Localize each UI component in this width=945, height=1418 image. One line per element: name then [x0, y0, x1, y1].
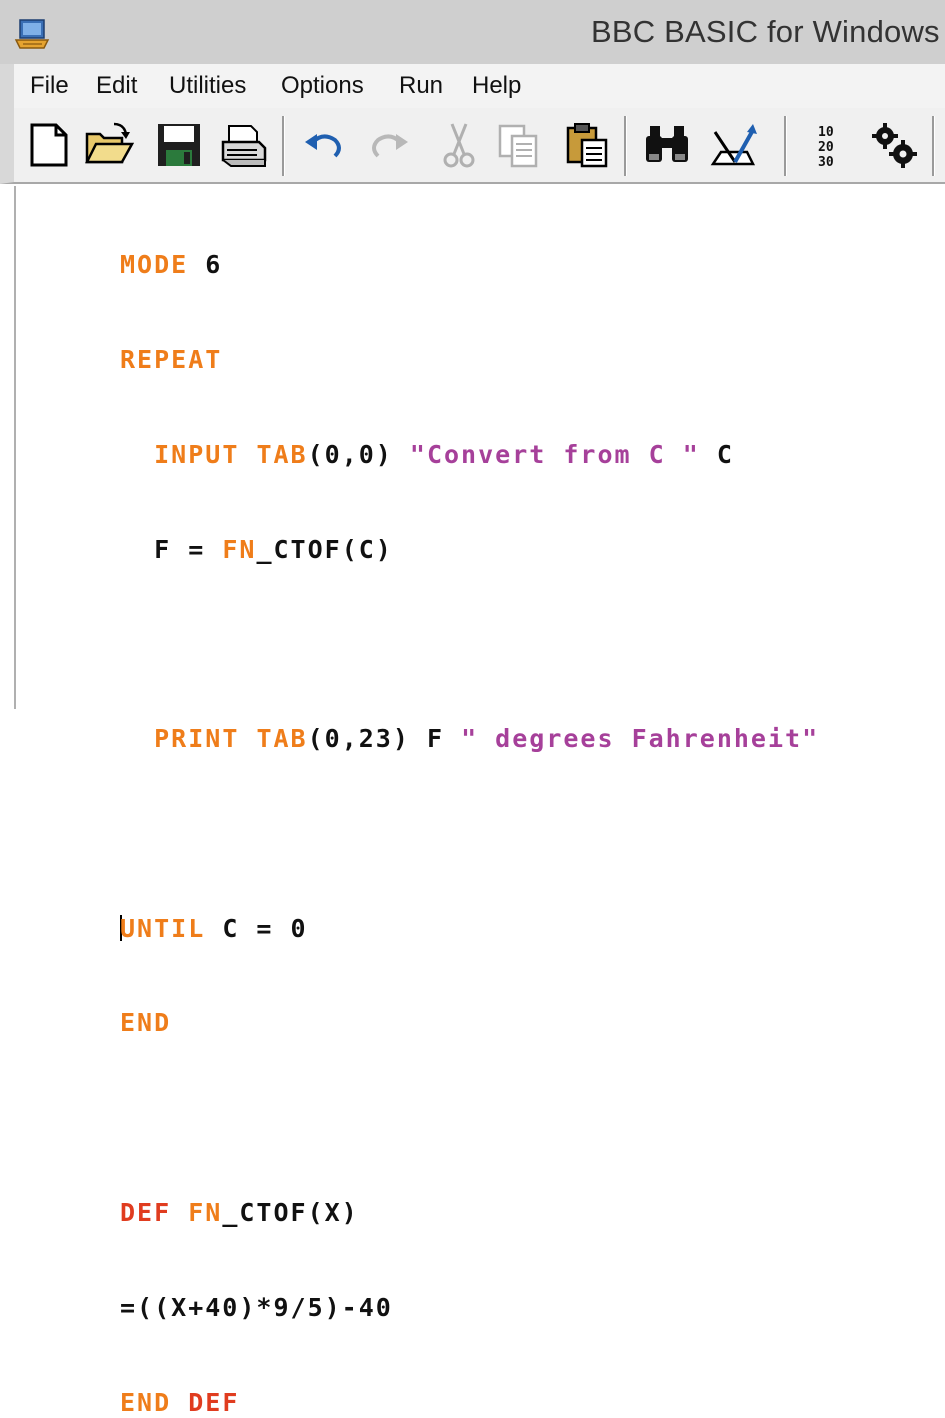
open-folder-icon[interactable]	[84, 120, 134, 170]
keyword: TAB	[256, 724, 308, 754]
renumber-icon[interactable]: 10 20 30	[804, 120, 854, 170]
keyword: END	[120, 1008, 172, 1038]
code-text-span: (0,0)	[307, 439, 410, 469]
code-text-span: C = 0	[205, 913, 308, 943]
code-line-11: DEF FN_CTOF(X)	[120, 1197, 819, 1229]
keyword: PRINT	[154, 724, 240, 754]
code-line-4: F = FN_CTOF(C)	[120, 534, 819, 566]
code-line-3: INPUT TAB(0,0) "Convert from C " C	[120, 439, 819, 471]
code-line-8: UNTIL C = 0	[120, 913, 819, 945]
keyword: END	[120, 1387, 172, 1417]
keyword: DEF	[188, 1387, 240, 1417]
code-line-1: MODE 6	[120, 249, 819, 281]
keyword: INPUT	[154, 439, 240, 469]
code-text-span: C	[699, 439, 734, 469]
toolbar-separator	[932, 116, 935, 176]
undo-icon[interactable]	[299, 120, 349, 170]
code-text-span: _CTOF(C)	[256, 534, 393, 564]
window-title: BBC BASIC for Windows 5	[591, 14, 945, 49]
bbc-basic-app-icon[interactable]	[14, 14, 52, 52]
code-line-6: PRINT TAB(0,23) F " degrees Fahrenheit"	[120, 723, 819, 755]
code-text-span: _CTOF(X)	[222, 1198, 359, 1227]
keyword: UNTIL	[120, 913, 206, 943]
new-file-icon[interactable]	[24, 120, 74, 170]
toolbar-separator	[282, 116, 285, 176]
renumber-line-3: 30	[818, 155, 834, 170]
compile-gears-icon[interactable]	[869, 120, 919, 170]
keyword: FN	[222, 534, 257, 564]
code-line-2: REPEAT	[120, 344, 819, 376]
renumber-line-1: 10	[818, 125, 834, 140]
copy-icon[interactable]	[494, 120, 544, 170]
keyword: MODE	[120, 250, 189, 280]
code-text-span: =((X+40)*9/5)-40	[120, 1292, 393, 1322]
redo-icon[interactable]	[364, 120, 414, 170]
menu-file[interactable]: File	[30, 72, 69, 100]
save-icon[interactable]	[154, 120, 204, 170]
print-icon[interactable]	[219, 120, 269, 170]
menu-edit[interactable]: Edit	[96, 72, 137, 100]
menu-run[interactable]: Run	[399, 72, 443, 100]
title-bar: BBC BASIC for Windows 5	[0, 0, 945, 64]
keyword: FN	[188, 1198, 223, 1227]
menu-bar: File Edit Utilities Options Run Help	[0, 64, 945, 108]
code-line-9: END	[120, 1007, 819, 1039]
code-editor[interactable]: MODE 6 REPEAT INPUT TAB(0,0) "Convert fr…	[14, 186, 945, 1417]
menu-help[interactable]: Help	[472, 72, 521, 100]
toolbar-separator	[784, 116, 787, 176]
code-line-13: END DEF	[120, 1387, 819, 1418]
toolbar: 10 20 30	[0, 108, 945, 184]
code-text-span: (0,23) F	[307, 724, 462, 754]
menu-utilities[interactable]: Utilities	[169, 72, 246, 100]
code-line-12: =((X+40)*9/5)-40	[120, 1292, 819, 1324]
string-literal: " degrees Fahrenheit"	[461, 724, 820, 754]
replace-icon[interactable]	[709, 120, 759, 170]
renumber-line-2: 20	[818, 140, 834, 155]
code-text-span: F =	[154, 534, 223, 564]
toolbar-separator	[624, 116, 627, 176]
keyword: REPEAT	[120, 344, 223, 374]
keyword: DEF	[120, 1198, 172, 1227]
paste-icon[interactable]	[562, 120, 612, 170]
string-literal: "Convert from C "	[409, 439, 700, 469]
cut-icon[interactable]	[434, 120, 484, 170]
code-text: MODE 6 REPEAT INPUT TAB(0,0) "Convert fr…	[120, 186, 819, 1418]
find-binoculars-icon[interactable]	[642, 120, 692, 170]
code-text-span: 6	[188, 250, 223, 280]
menu-options[interactable]: Options	[281, 72, 364, 100]
keyword: TAB	[256, 439, 308, 469]
